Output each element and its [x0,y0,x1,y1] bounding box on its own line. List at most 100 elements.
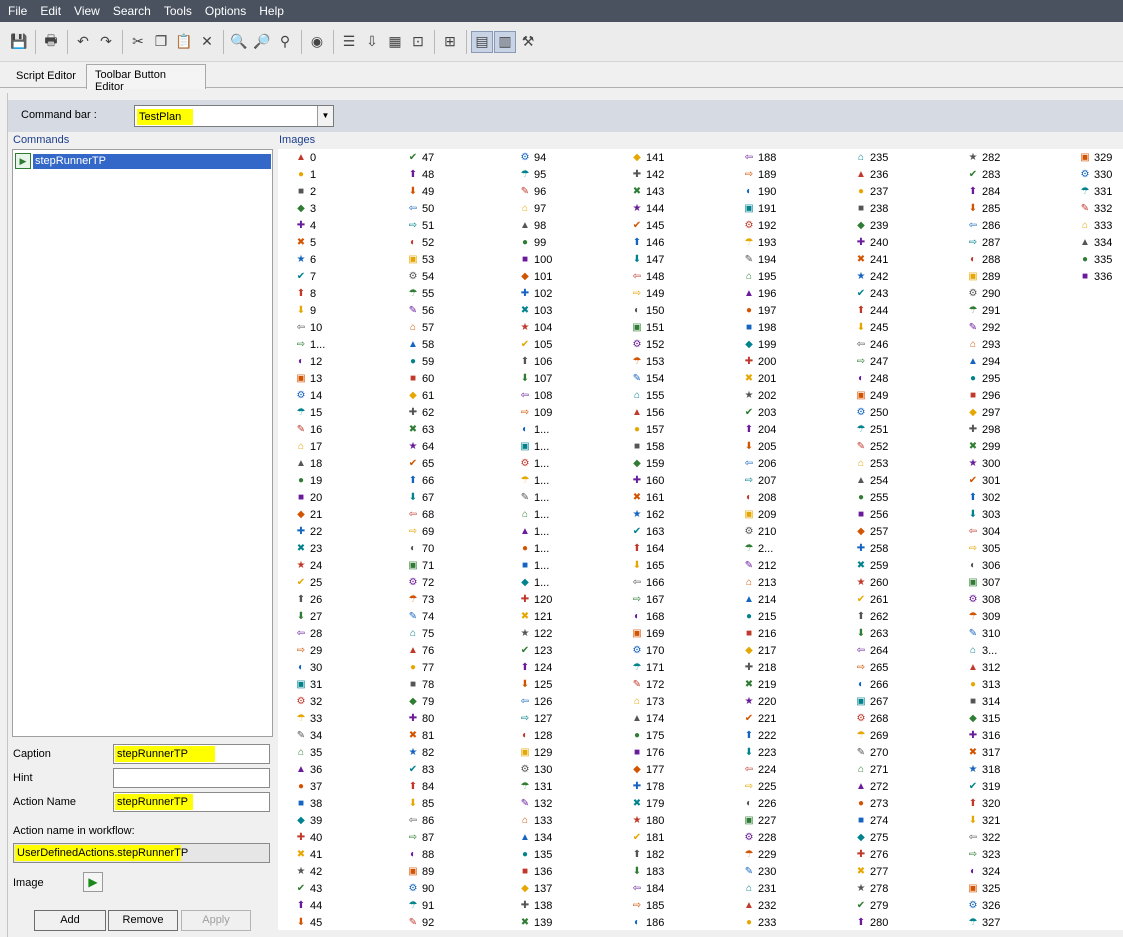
image-item[interactable]: ⌂ 1... [518,506,549,523]
image-item[interactable]: ⚙ 330 [1078,166,1113,183]
image-item[interactable]: ✚ 258 [854,540,889,557]
image-item[interactable]: ◐ 150 [630,302,664,319]
view-right-icon[interactable]: ▥ [494,30,516,53]
image-item[interactable]: ▲ 254 [854,472,888,489]
image-item[interactable]: ▣ 209 [742,506,776,523]
commands-list[interactable]: ▶ stepRunnerTP [12,149,273,737]
image-item[interactable]: ◆ 159 [630,455,664,472]
image-item[interactable]: ▲ 174 [630,710,664,727]
image-item[interactable]: ⬆ 44 [294,897,322,914]
image-item[interactable]: ● 19 [294,472,322,489]
image-item[interactable]: ⌂ 97 [518,200,546,217]
image-item[interactable]: ☂ 91 [406,897,435,914]
image-item[interactable]: ☂ 153 [630,353,665,370]
image-item[interactable]: ⬇ 321 [966,812,1001,829]
redo-icon[interactable]: ↷ [95,31,117,53]
image-item[interactable]: ✎ 292 [966,319,1001,336]
image-item[interactable]: ▣ 267 [854,693,888,710]
image-item[interactable]: ✎ 74 [406,608,434,625]
image-item[interactable]: ⚙ 290 [966,285,1001,302]
step-icon[interactable]: ⇩ [361,31,383,53]
image-item[interactable]: ⬇ 245 [854,319,889,336]
image-item[interactable]: ● 135 [518,846,552,863]
image-item[interactable]: ⇨ 185 [630,897,665,914]
image-item[interactable]: ✔ 83 [406,761,434,778]
image-item[interactable]: ⬇ 67 [406,489,434,506]
image-item[interactable]: ◐ 266 [854,676,888,693]
image-item[interactable]: ⇨ 87 [406,829,434,846]
image-item[interactable]: ■ 296 [966,387,1000,404]
image-item[interactable]: ✔ 145 [630,217,665,234]
tools-icon[interactable]: ⚒ [517,31,539,53]
image-item[interactable]: ✔ 7 [294,268,316,285]
image-item[interactable]: ⬇ 223 [742,744,777,761]
image-item[interactable]: ⌂ 271 [854,761,888,778]
image-item[interactable]: ■ 78 [406,676,434,693]
image-item[interactable]: ⌂ 235 [854,149,888,166]
image-item[interactable]: ◐ 52 [406,234,434,251]
image-item[interactable]: ▲ 18 [294,455,322,472]
image-item[interactable]: ★ 42 [294,863,323,880]
menu-options[interactable]: Options [197,0,251,22]
image-item[interactable]: ⇦ 166 [630,574,665,591]
image-item[interactable]: ★ 180 [630,812,665,829]
image-item[interactable]: ✎ 96 [518,183,546,200]
image-item[interactable]: ▣ 329 [1078,149,1112,166]
image-item[interactable]: ◆ 3 [294,200,316,217]
image-item[interactable]: ☂ 73 [406,591,435,608]
image-item[interactable]: ▲ 312 [966,659,1000,676]
menu-help[interactable]: Help [251,0,289,22]
image-item[interactable]: ▲ 236 [854,166,888,183]
image-item[interactable]: ■ 20 [294,489,322,506]
image-item[interactable]: ⇦ 264 [854,642,889,659]
image-item[interactable]: ✚ 80 [406,710,434,727]
image-item[interactable]: ⬇ 27 [294,608,322,625]
image-item[interactable]: ⇦ 224 [742,761,777,778]
image-item[interactable]: ⬆ 66 [406,472,434,489]
image-item[interactable]: ✖ 63 [406,421,434,438]
image-item[interactable]: ◆ 141 [630,149,664,166]
image-item[interactable]: ⌂ 333 [1078,217,1112,234]
image-item[interactable]: ⬆ 146 [630,234,665,251]
image-item[interactable]: ● 237 [854,183,888,200]
image-item[interactable]: ✚ 240 [854,234,889,251]
image-item[interactable]: ▲ 58 [406,336,434,353]
image-item[interactable]: ◐ 208 [742,489,776,506]
image-item[interactable]: ◐ 168 [630,608,664,625]
image-item[interactable]: ⇦ 304 [966,523,1001,540]
image-item[interactable]: ■ 216 [742,625,776,642]
export-icon[interactable]: ⊡ [407,31,429,53]
image-item[interactable]: ✖ 179 [630,795,665,812]
image-item[interactable]: ⬇ 9 [294,302,316,319]
image-item[interactable]: ⇨ 265 [854,659,889,676]
image-item[interactable]: ⬆ 302 [966,489,1001,506]
image-item[interactable]: ✔ 261 [854,591,889,608]
image-item[interactable]: ▲ 214 [742,591,776,608]
print-icon[interactable]: 🖶 [40,31,62,53]
image-item[interactable]: ⇨ 189 [742,166,777,183]
image-item[interactable]: ⌂ 293 [966,336,1000,353]
image-item[interactable]: ✖ 259 [854,557,889,574]
image-item[interactable]: ★ 202 [742,387,777,404]
image-item[interactable]: ▣ 151 [630,319,664,336]
image-item[interactable]: ✖ 161 [630,489,665,506]
image-item[interactable]: ◐ 226 [742,795,776,812]
image-item[interactable]: ⇦ 86 [406,812,434,829]
image-item[interactable]: ▲ 156 [630,404,664,421]
image-item[interactable]: ⚙ 94 [518,149,547,166]
image-item[interactable]: ⬆ 48 [406,166,434,183]
image-item[interactable]: ✚ 120 [518,591,553,608]
image-item[interactable]: ⬇ 205 [742,438,777,455]
image-item[interactable]: ⇦ 68 [406,506,434,523]
image-item[interactable]: ■ 2 [294,183,316,200]
globe-icon[interactable]: ◉ [306,31,328,53]
delete-icon[interactable]: ✕ [196,31,218,53]
image-item[interactable]: ✚ 4 [294,217,316,234]
image-item[interactable]: ★ 6 [294,251,317,268]
image-item[interactable]: ● 295 [966,370,1000,387]
replace-icon[interactable]: ⚲ [274,31,296,53]
image-item[interactable]: ✖ 23 [294,540,322,557]
image-item[interactable]: ✔ 319 [966,778,1001,795]
image-item[interactable]: ⚙ 54 [406,268,435,285]
image-item[interactable]: ✖ 139 [518,914,553,931]
